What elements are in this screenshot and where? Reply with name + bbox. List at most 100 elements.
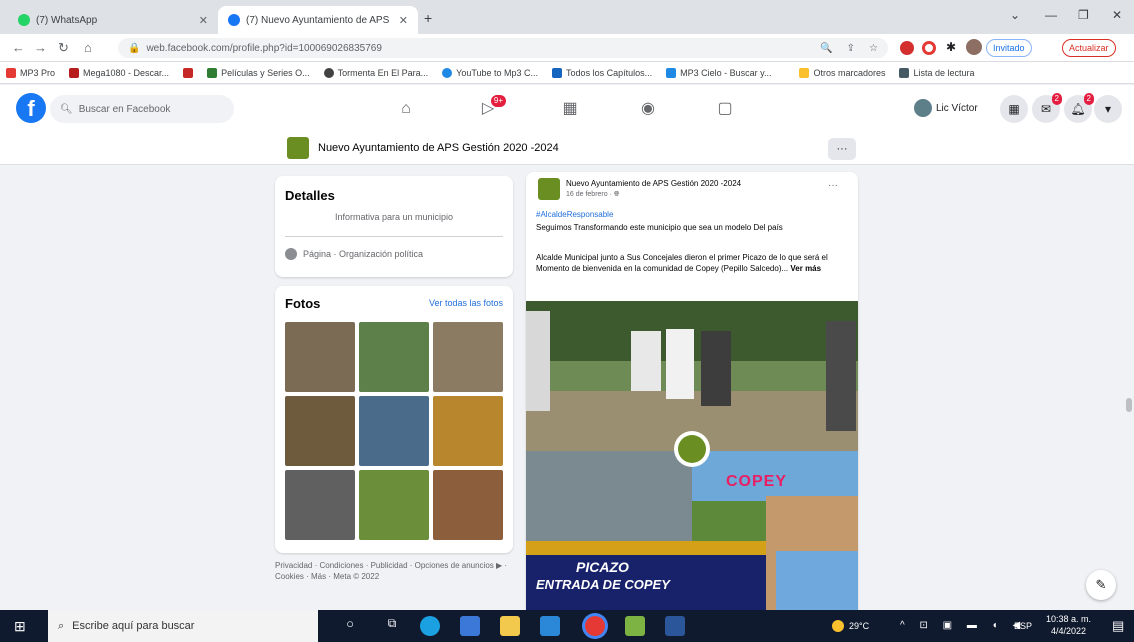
- close-tab-icon[interactable]: ✕: [199, 14, 208, 27]
- clock[interactable]: 10:38 a. m. 4/4/2022: [1046, 613, 1091, 637]
- store-icon[interactable]: [460, 616, 480, 636]
- bookmark-label: MP3 Pro: [20, 67, 56, 78]
- zoom-icon[interactable]: 🔍: [820, 43, 832, 54]
- copey-sign-text: COPEY: [726, 473, 788, 490]
- menu-grid-icon[interactable]: ▦: [1000, 95, 1028, 123]
- mail-icon[interactable]: [540, 616, 560, 636]
- footer-links[interactable]: Privacidad · Condiciones · Publicidad · …: [275, 560, 515, 582]
- post-more-button[interactable]: ···: [828, 180, 838, 191]
- update-button[interactable]: Actualizar: [1062, 39, 1116, 57]
- tab-facebook[interactable]: (7) Nuevo Ayuntamiento de APS ✕: [218, 6, 418, 34]
- post-image[interactable]: COPEY PICAZO ENTRADA DE COPEY: [526, 301, 858, 610]
- photo-thumbnail[interactable]: [285, 470, 355, 540]
- back-icon[interactable]: ←: [12, 40, 25, 55]
- home-nav-icon[interactable]: ⌂: [386, 95, 426, 123]
- post-author[interactable]: Nuevo Ayuntamiento de APS Gestión 2020 -…: [566, 179, 816, 188]
- marketplace-nav-icon[interactable]: ▦: [550, 95, 590, 123]
- address-bar[interactable]: 🔒 web.facebook.com/profile.php?id=100069…: [118, 38, 888, 58]
- post-author-logo[interactable]: [538, 178, 560, 200]
- photo-thumbnail[interactable]: [285, 322, 355, 392]
- groups-nav-icon[interactable]: ◉: [628, 95, 668, 123]
- bookmark-item[interactable]: [183, 67, 194, 78]
- see-all-photos-link[interactable]: Ver todas las fotos: [429, 298, 503, 308]
- taskbar-search-input[interactable]: ⌕ Escribe aquí para buscar: [48, 610, 318, 642]
- facebook-icon: [228, 14, 240, 26]
- photo-thumbnail[interactable]: [433, 322, 503, 392]
- see-more-link[interactable]: Ver más: [790, 264, 821, 273]
- bookmark-item[interactable]: Todos los Capítulos...: [552, 67, 652, 78]
- facebook-logo-icon[interactable]: f: [16, 93, 46, 123]
- extension-red-icon[interactable]: [900, 41, 914, 55]
- bookmark-item[interactable]: Mega1080 - Descar...: [69, 67, 170, 78]
- post-date[interactable]: 16 de febrero · 🌐︎: [566, 191, 620, 199]
- profile-avatar[interactable]: [966, 39, 982, 55]
- profile-shortcut[interactable]: Lic Víctor: [914, 99, 978, 117]
- task-view-icon[interactable]: ⧉: [382, 616, 402, 636]
- photos-card: Fotos Ver todas las fotos: [275, 286, 513, 553]
- url-text: web.facebook.com/profile.php?id=10006902…: [146, 42, 382, 54]
- page-title[interactable]: Nuevo Ayuntamiento de APS Gestión 2020 -…: [318, 142, 559, 154]
- weather-widget[interactable]: 29°C: [832, 620, 869, 632]
- bookmarks-bar: MP3 Pro Mega1080 - Descar... Películas y…: [0, 62, 1134, 84]
- photo-thumbnail[interactable]: [433, 396, 503, 466]
- watch-nav-icon[interactable]: ▷ 9+: [468, 95, 508, 123]
- opera-icon[interactable]: [922, 41, 936, 55]
- bookmark-star-icon[interactable]: ☆: [869, 43, 878, 54]
- home-icon[interactable]: ⌂: [84, 40, 92, 55]
- page-more-button[interactable]: ···: [828, 138, 856, 160]
- edge-icon[interactable]: [420, 616, 440, 636]
- cortana-icon[interactable]: ○: [340, 616, 360, 636]
- photo-thumbnail[interactable]: [433, 470, 503, 540]
- notification-center-icon[interactable]: ▤: [1112, 618, 1124, 634]
- messenger-icon[interactable]: ✉ 2: [1032, 93, 1062, 123]
- maximize-button[interactable]: ❐: [1078, 8, 1089, 22]
- photo-thumbnail[interactable]: [359, 396, 429, 466]
- clock-date: 4/4/2022: [1050, 626, 1087, 636]
- scrollbar-thumb[interactable]: [1126, 398, 1132, 412]
- new-message-icon[interactable]: ✎: [1086, 570, 1116, 600]
- banner-subtitle: ENTRADA DE COPEY: [536, 577, 670, 592]
- notifications-bell-icon[interactable]: 🔔︎ 2: [1064, 93, 1094, 123]
- file-explorer-icon[interactable]: [500, 616, 520, 636]
- share-icon[interactable]: ⇪: [847, 43, 855, 54]
- photo-thumbnail[interactable]: [285, 396, 355, 466]
- windows-start-icon[interactable]: ⊞: [14, 618, 26, 635]
- bookmark-label: Otros marcadores: [813, 67, 886, 78]
- bookmark-item[interactable]: Lista de lectura: [899, 67, 975, 78]
- photo-thumbnail[interactable]: [359, 470, 429, 540]
- facebook-search-input[interactable]: 🔍︎ Buscar en Facebook: [50, 95, 234, 123]
- minimize-button[interactable]: —: [1045, 8, 1057, 22]
- forward-icon[interactable]: →: [34, 40, 47, 55]
- tab-search-icon[interactable]: ⌄: [1010, 8, 1020, 22]
- bookmark-item[interactable]: YouTube to Mp3 C...: [442, 67, 538, 78]
- extensions-puzzle-icon[interactable]: ✱: [946, 40, 956, 54]
- photo-thumbnail[interactable]: [359, 322, 429, 392]
- photos-title: Fotos: [285, 296, 321, 311]
- chrome-icon[interactable]: [585, 616, 605, 636]
- close-window-button[interactable]: ✕: [1112, 8, 1122, 22]
- user-name: Lic Víctor: [936, 102, 978, 114]
- word-icon[interactable]: [665, 616, 685, 636]
- bookmark-item[interactable]: Películas y Series O...: [207, 67, 310, 78]
- post-card: Nuevo Ayuntamiento de APS Gestión 2020 -…: [526, 172, 858, 610]
- bookmark-item[interactable]: Otros marcadores: [799, 67, 886, 78]
- close-tab-icon[interactable]: ✕: [399, 14, 408, 27]
- bookmark-item[interactable]: MP3 Cielo - Buscar y...: [666, 67, 771, 78]
- system-tray-icons[interactable]: ^ ⊡ ▣ ▬ ◖ ◀: [900, 620, 1026, 631]
- app-icon[interactable]: [625, 616, 645, 636]
- post-text-line1: Seguimos Transformando este municipio qu…: [536, 223, 783, 232]
- bookmark-label: Mega1080 - Descar...: [83, 67, 170, 78]
- bookmark-icon: [207, 67, 218, 78]
- page-logo[interactable]: [287, 137, 309, 159]
- hashtag-link[interactable]: #AlcaldeResponsable: [536, 210, 613, 219]
- new-tab-button[interactable]: +: [424, 10, 432, 26]
- bookmark-item[interactable]: Tormenta En El Para...: [323, 67, 428, 78]
- guest-profile-button[interactable]: Invitado: [986, 39, 1032, 57]
- reload-icon[interactable]: ↻: [58, 40, 69, 56]
- bookmark-item[interactable]: MP3 Pro: [6, 67, 56, 78]
- gaming-nav-icon[interactable]: ▢: [705, 95, 745, 123]
- account-chevron-down-icon[interactable]: ▾: [1094, 95, 1122, 123]
- tab-whatsapp[interactable]: (7) WhatsApp ✕: [8, 6, 218, 34]
- language-indicator[interactable]: ESP: [1014, 621, 1032, 631]
- reading-list-icon: [899, 67, 910, 78]
